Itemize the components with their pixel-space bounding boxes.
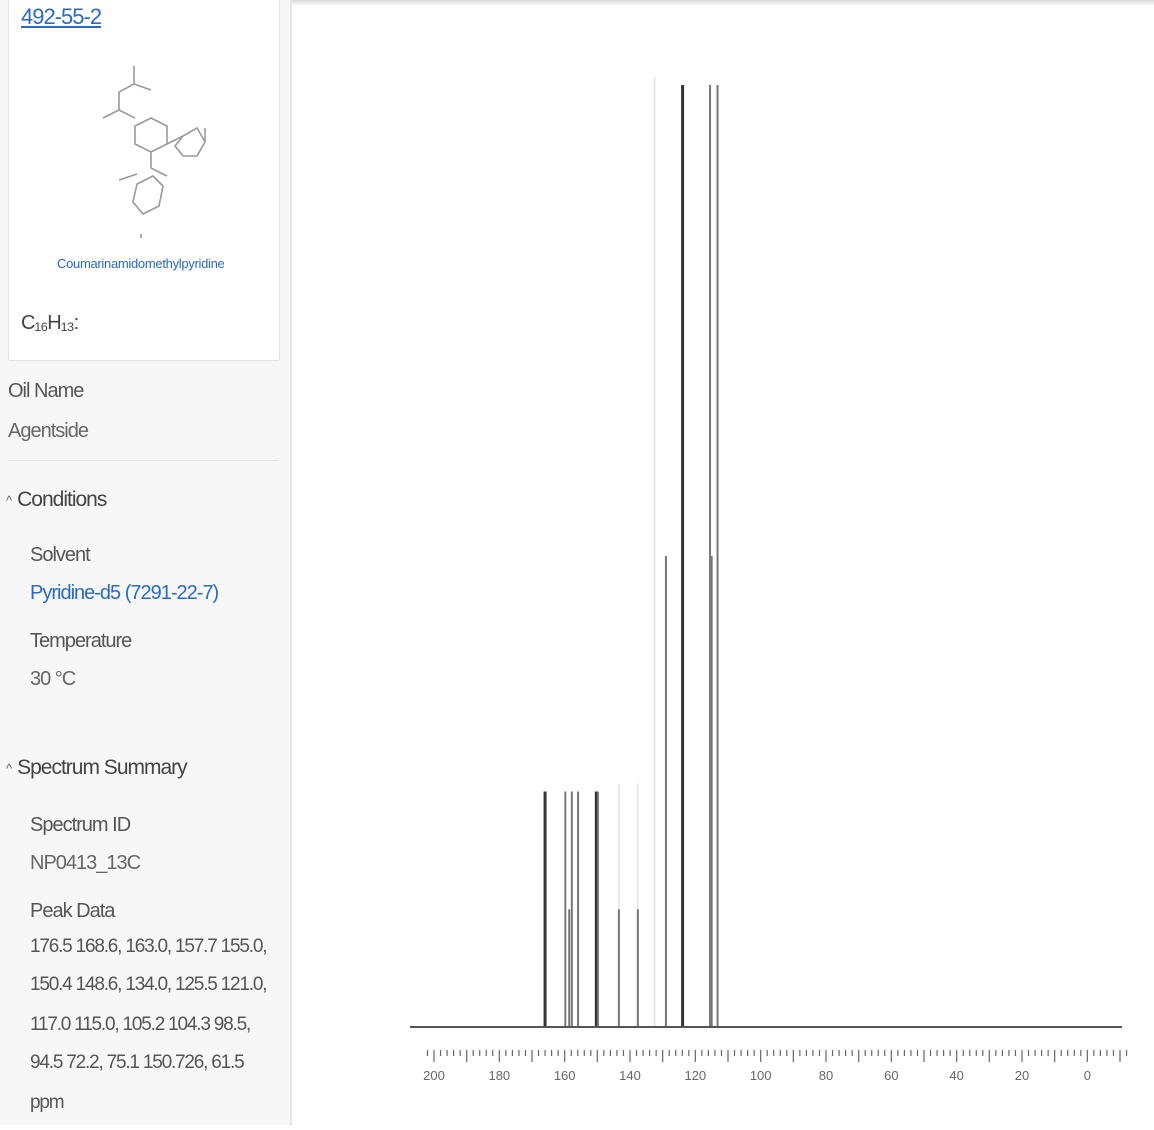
solvent-link[interactable]: Pyridine-d5 (7291-22-7) bbox=[30, 582, 219, 605]
conditions-section-toggle[interactable]: ^ Conditions bbox=[6, 488, 107, 512]
spectrum-summary-header: Spectrum Summary bbox=[17, 756, 188, 779]
inchi-name-value: Agentside bbox=[8, 420, 89, 442]
cas-number-link[interactable]: 492-55-2 bbox=[21, 4, 102, 30]
x-axis-tick-label: 80 bbox=[819, 1068, 833, 1083]
x-axis-tick-label: 100 bbox=[750, 1068, 772, 1083]
peak-data-line: 176.5 168.6, 163.0, 157.7 155.0, bbox=[30, 936, 267, 957]
x-axis-tick-label: 40 bbox=[949, 1068, 963, 1083]
molecular-formula: C₁₆H₁₃: bbox=[21, 312, 79, 334]
x-axis-tick-label: 0 bbox=[1084, 1068, 1091, 1083]
peak-data-label: Peak Data bbox=[30, 900, 115, 922]
sidebar: 492-55-2 Coumarinamidomethylpyridine C₁₆… bbox=[0, 0, 292, 1125]
x-axis-tick-label: 60 bbox=[884, 1068, 898, 1083]
divider bbox=[8, 460, 278, 461]
x-axis-tick-label: 20 bbox=[1015, 1068, 1029, 1083]
spectrum-chart-area[interactable]: 200 180 160 140 120 100 80 60 40 20 0 bbox=[292, 0, 1154, 1125]
conditions-header: Conditions bbox=[17, 488, 107, 511]
inchi-name-label: Oil Name bbox=[8, 380, 84, 402]
spectrum-id-value: NP0413_13C bbox=[30, 852, 141, 874]
peak-data-line: 117.0 115.0, 105.2 104.3 98.5, bbox=[30, 1014, 251, 1035]
spectrum-id-label: Spectrum ID bbox=[30, 814, 131, 836]
peak-data-line: 150.4 148.6, 134.0, 125.5 121.0, bbox=[30, 974, 267, 995]
solvent-label: Solvent bbox=[30, 544, 91, 566]
peak-data-unit: ppm bbox=[30, 1092, 65, 1113]
x-axis-tick-label: 180 bbox=[488, 1068, 510, 1083]
temperature-value: 30 °C bbox=[30, 668, 76, 690]
x-axis-tick-label: 140 bbox=[619, 1068, 641, 1083]
x-axis-tick-label: 120 bbox=[684, 1068, 706, 1083]
compound-name-link[interactable]: Coumarinamidomethylpyridine bbox=[57, 256, 225, 271]
x-axis-tick-label: 160 bbox=[554, 1068, 576, 1083]
nmr-spectrum-chart[interactable]: 200 180 160 140 120 100 80 60 40 20 0 bbox=[292, 0, 1154, 1125]
chevron-up-icon: ^ bbox=[6, 760, 12, 776]
molecule-structure-image bbox=[102, 66, 206, 238]
peak-data-line: 94.5 72.2, 75.1 150.726, 61.5 bbox=[30, 1052, 245, 1073]
compound-card: 492-55-2 Coumarinamidomethylpyridine C₁₆… bbox=[8, 0, 280, 361]
x-axis-tick-label: 200 bbox=[423, 1068, 445, 1083]
spectrum-summary-section-toggle[interactable]: ^ Spectrum Summary bbox=[6, 756, 188, 780]
temperature-label: Temperature bbox=[30, 630, 132, 652]
chevron-up-icon: ^ bbox=[6, 492, 12, 508]
